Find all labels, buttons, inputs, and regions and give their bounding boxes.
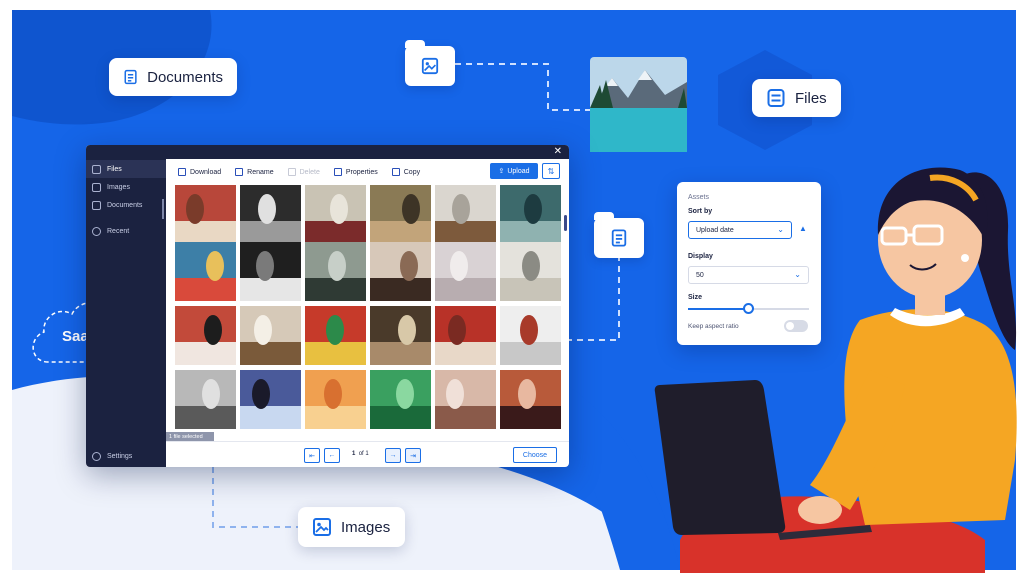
next-page-icon[interactable]: → xyxy=(385,448,401,463)
rename-button[interactable]: Rename xyxy=(235,168,274,176)
hero-illustration: Documents Files Images SaaS ✕ Files Imag… xyxy=(0,0,1028,573)
title-bar: ✕ xyxy=(86,145,569,159)
sidebar-item-settings[interactable]: Settings xyxy=(86,447,166,465)
files-chip-label: Files xyxy=(795,89,827,107)
last-page-icon[interactable]: ⇥ xyxy=(405,448,421,463)
image-thumbnail[interactable] xyxy=(240,242,301,301)
image-icon xyxy=(92,182,101,192)
delete-label: Delete xyxy=(299,168,320,176)
page-total: of 1 xyxy=(358,451,369,457)
sidebar-item-images[interactable]: Images xyxy=(86,178,166,196)
sidebar-item-label: Settings xyxy=(107,452,133,460)
first-page-icon[interactable]: ⇤ xyxy=(304,448,320,463)
trash-icon xyxy=(287,168,296,176)
properties-label: Properties xyxy=(345,168,378,176)
choose-button[interactable]: Choose xyxy=(513,447,557,463)
image-thumbnail[interactable] xyxy=(175,242,236,301)
sidebar-item-recent[interactable]: Recent xyxy=(86,222,166,240)
sidebar-scrollbar[interactable] xyxy=(162,199,164,219)
download-button[interactable]: Download xyxy=(178,168,221,176)
image-thumbnail[interactable] xyxy=(435,370,496,429)
image-thumbnail[interactable] xyxy=(370,185,431,244)
grid-scrollbar[interactable] xyxy=(564,215,567,231)
image-thumbnail[interactable] xyxy=(500,185,561,244)
image-thumbnail[interactable] xyxy=(175,370,236,429)
close-icon[interactable]: ✕ xyxy=(554,146,562,157)
document-icon xyxy=(92,200,101,210)
clock-icon xyxy=(92,226,101,236)
image-thumbnail[interactable] xyxy=(175,185,236,244)
copy-label: Copy xyxy=(403,168,421,176)
sidebar-item-label: Files xyxy=(107,165,122,173)
upload-button[interactable]: ⇪ Upload xyxy=(490,163,538,179)
image-thumbnail[interactable] xyxy=(240,185,301,244)
copy-button[interactable]: Copy xyxy=(391,168,421,176)
pencil-icon xyxy=(235,168,244,176)
image-icon xyxy=(421,57,439,75)
image-thumbnail[interactable] xyxy=(240,306,301,365)
gear-icon xyxy=(92,451,101,461)
image-thumbnail[interactable] xyxy=(435,306,496,365)
window-footer: ⇤ ← 1 of 1 → ⇥ Choose xyxy=(166,441,569,467)
rename-label: Rename xyxy=(247,168,274,176)
image-grid xyxy=(175,185,565,433)
upload-icon: ⇪ xyxy=(498,168,505,175)
image-thumbnail[interactable] xyxy=(500,242,561,301)
image-thumbnail[interactable] xyxy=(370,242,431,301)
sidebar-item-label: Images xyxy=(107,183,130,191)
woman-with-laptop-illustration xyxy=(654,167,1017,573)
document-icon xyxy=(124,69,137,85)
page-indicator: 1 of 1 xyxy=(352,451,369,457)
image-thumbnail[interactable] xyxy=(435,242,496,301)
image-thumbnail[interactable] xyxy=(500,370,561,429)
sort-toggle-icon[interactable]: ⇅ xyxy=(542,163,560,179)
images-chip-label: Images xyxy=(341,518,391,536)
prev-page-icon[interactable]: ← xyxy=(324,448,340,463)
image-thumbnail[interactable] xyxy=(305,306,366,365)
image-thumbnail[interactable] xyxy=(370,370,431,429)
documents-chip-label: Documents xyxy=(147,68,223,86)
properties-button[interactable]: Properties xyxy=(333,168,378,176)
documents-chip: Documents xyxy=(109,58,237,96)
upload-label: Upload xyxy=(507,167,530,175)
image-thumbnail[interactable] xyxy=(500,306,561,365)
delete-button[interactable]: Delete xyxy=(287,168,320,176)
image-folder-chip xyxy=(405,40,455,86)
file-manager-window: ✕ Files Images Documents Recent Settings… xyxy=(86,145,569,467)
info-icon xyxy=(333,168,342,176)
download-label: Download xyxy=(190,168,222,176)
image-thumbnail[interactable] xyxy=(240,370,301,429)
sidebar: Files Images Documents Recent Settings xyxy=(86,159,166,467)
image-thumbnail[interactable] xyxy=(370,306,431,365)
sidebar-item-label: Recent xyxy=(107,227,130,235)
image-icon xyxy=(313,518,331,536)
image-thumbnail[interactable] xyxy=(305,185,366,244)
sidebar-item-documents[interactable]: Documents xyxy=(86,196,166,214)
images-chip: Images xyxy=(298,507,405,547)
copy-icon xyxy=(391,168,400,176)
sidebar-item-label: Documents xyxy=(107,201,143,209)
sidebar-item-files[interactable]: Files xyxy=(86,160,166,178)
download-icon xyxy=(178,168,186,176)
files-chip: Files xyxy=(752,79,841,117)
image-thumbnail[interactable] xyxy=(435,185,496,244)
image-thumbnail[interactable] xyxy=(305,242,366,301)
image-thumbnail[interactable] xyxy=(175,306,236,365)
files-icon xyxy=(767,89,785,107)
selection-status: 1 file selected xyxy=(166,432,214,441)
current-page: 1 xyxy=(352,451,356,457)
file-list-icon xyxy=(92,164,101,174)
image-thumbnail[interactable] xyxy=(305,370,366,429)
